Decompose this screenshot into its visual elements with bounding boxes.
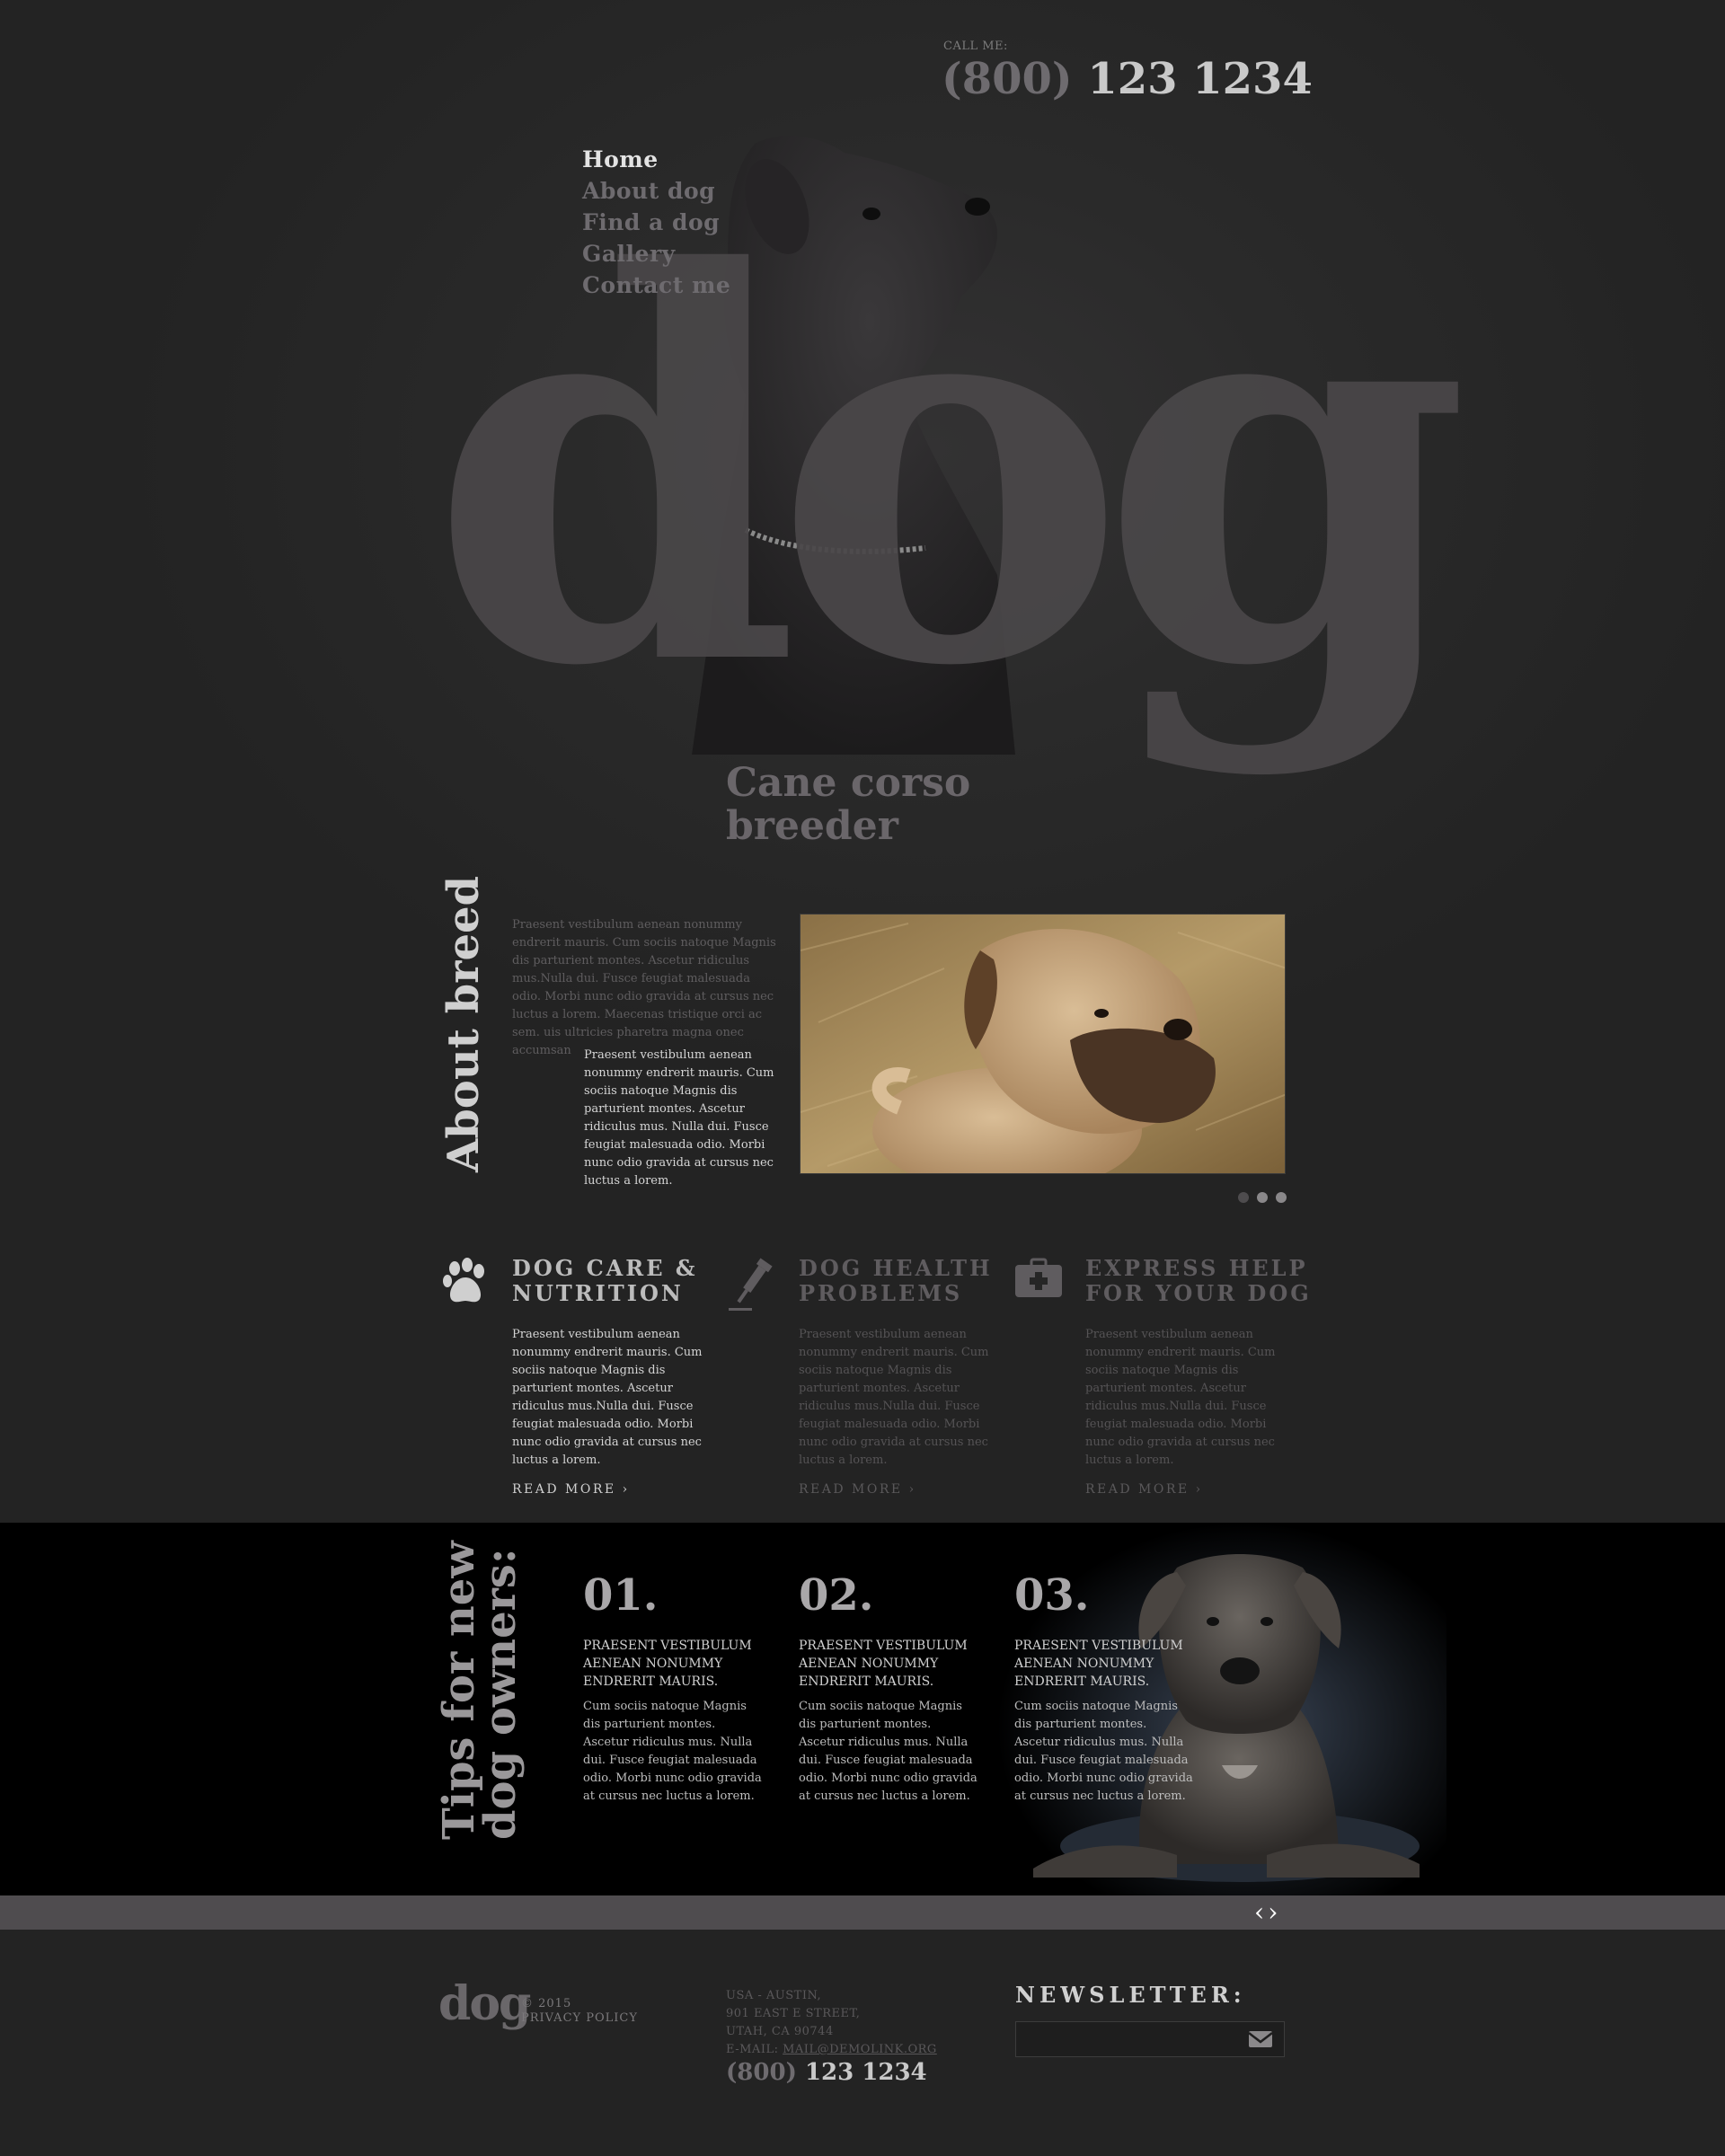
about-title: About breed xyxy=(438,875,489,1172)
email-link[interactable]: MAIL@DEMOLINK.ORG xyxy=(783,2043,937,2056)
main-nav: Home About dog Find a dog Gallery Contac… xyxy=(582,144,730,301)
footer-phone[interactable]: (800) 123 1234 xyxy=(726,2059,927,2086)
hero-tagline: Cane corso breeder xyxy=(726,762,995,848)
slider-dot-3[interactable] xyxy=(1276,1192,1287,1203)
footer-logo[interactable]: dog xyxy=(438,1976,531,2031)
header-phone[interactable]: (800) 123 1234 xyxy=(942,54,1313,104)
tip-item-1: 01. PRAESENT VESTIBULUM AENEAN NONUMMY E… xyxy=(583,1570,763,1806)
feature-title: DOG HEALTH PROBLEMS xyxy=(799,1255,993,1306)
footer-address: USA - AUSTIN, 901 EAST E STREET, UTAH, C… xyxy=(726,1989,937,2056)
feature-health: DOG HEALTH PROBLEMS Praesent vestibulum a… xyxy=(729,1255,1041,1497)
feature-text: Praesent vestibulum aenean nonummy endre… xyxy=(1085,1328,1276,1467)
tip-item-2: 02. PRAESENT VESTIBULUM AENEAN NONUMMY E… xyxy=(799,1570,978,1806)
slider-dot-2[interactable] xyxy=(1257,1192,1268,1203)
slider-dot-1[interactable] xyxy=(1238,1192,1249,1203)
feature-dog-care: DOG CARE & NUTRITION Praesent vestibulum … xyxy=(443,1255,755,1497)
read-more-link[interactable]: READ MORE › xyxy=(512,1482,755,1497)
footer-copyright: © 2015 PRIVACY POLICY xyxy=(521,1997,638,2026)
tip-title: PRAESENT VESTIBULUM AENEAN NONUMMY ENDRE… xyxy=(1014,1639,1183,1689)
about-text-muted: Praesent vestibulum aenean nonummy endre… xyxy=(512,918,776,1057)
phone-number: 123 1234 xyxy=(1087,54,1313,104)
newsletter-title: NEWSLETTER: xyxy=(1015,1982,1246,2008)
tip-text: Cum sociis natoque Magnis dis parturient… xyxy=(799,1700,978,1803)
feature-title: EXPRESS HELP FOR YOUR DOG xyxy=(1085,1255,1312,1306)
feature-title: DOG CARE & NUTRITION xyxy=(512,1255,698,1306)
envelope-icon[interactable] xyxy=(1247,2027,1274,2052)
read-more-link[interactable]: READ MORE › xyxy=(799,1482,1041,1497)
about-text-main: Praesent vestibulum aenean nonummy endre… xyxy=(584,1048,774,1188)
feature-express-help: EXPRESS HELP FOR YOUR DOG Praesent vestib… xyxy=(1015,1255,1328,1497)
call-label: CALL ME: xyxy=(943,40,1008,53)
nav-contact-me[interactable]: Contact me xyxy=(582,270,730,301)
paw-icon xyxy=(443,1258,484,1303)
nav-about-dog[interactable]: About dog xyxy=(582,175,730,207)
tip-title: PRAESENT VESTIBULUM AENEAN NONUMMY ENDRE… xyxy=(583,1639,752,1689)
first-aid-kit-icon xyxy=(1015,1258,1062,1297)
feature-text: Praesent vestibulum aenean nonummy endre… xyxy=(799,1328,989,1467)
carousel-bar xyxy=(0,1895,1725,1930)
puppy-photo xyxy=(800,914,1286,1174)
tip-title: PRAESENT VESTIBULUM AENEAN NONUMMY ENDRE… xyxy=(799,1639,968,1689)
carousel-arrows[interactable]: ‹› xyxy=(1254,1897,1281,1927)
copyright-text: © 2015 xyxy=(521,1997,572,2010)
tagline-line2: breeder xyxy=(726,803,898,849)
syringe-icon xyxy=(729,1258,773,1311)
tips-title: Tips for new dog owners: xyxy=(434,1541,526,1840)
tip-number: 01. xyxy=(583,1570,659,1621)
privacy-policy-link[interactable]: PRIVACY POLICY xyxy=(521,2011,638,2026)
slider-dots xyxy=(1238,1192,1287,1203)
tip-text: Cum sociis natoque Magnis dis parturient… xyxy=(1014,1700,1193,1803)
nav-home[interactable]: Home xyxy=(582,144,730,175)
newsletter-email-input[interactable] xyxy=(1015,2021,1285,2057)
nav-gallery[interactable]: Gallery xyxy=(582,238,730,270)
tagline-line1: Cane corso xyxy=(726,760,971,806)
tip-number: 02. xyxy=(799,1570,874,1621)
read-more-link[interactable]: READ MORE › xyxy=(1085,1482,1328,1497)
tip-item-3: 03. PRAESENT VESTIBULUM AENEAN NONUMMY E… xyxy=(1014,1570,1194,1806)
phone-prefix: (800) xyxy=(942,54,1073,104)
tip-number: 03. xyxy=(1014,1570,1090,1621)
feature-text: Praesent vestibulum aenean nonummy endre… xyxy=(512,1328,703,1467)
tip-text: Cum sociis natoque Magnis dis parturient… xyxy=(583,1700,762,1803)
nav-find-a-dog[interactable]: Find a dog xyxy=(582,207,730,238)
